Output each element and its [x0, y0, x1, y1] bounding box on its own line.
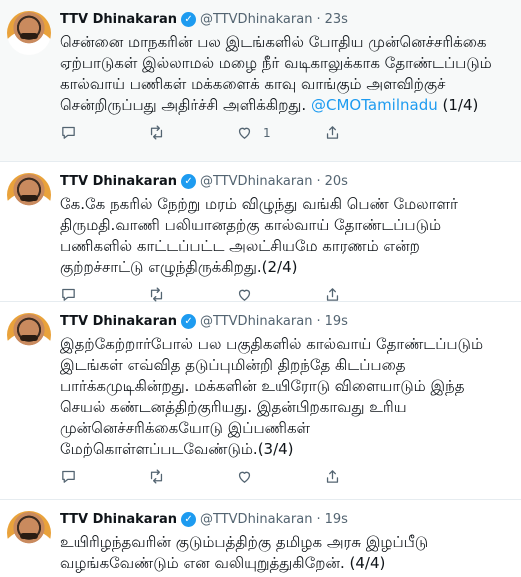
like-count: 1 [263, 125, 271, 140]
tweet-header: TTV Dhinakaran ✓ @TTVDhinakaran · 20s [60, 173, 511, 190]
share-button[interactable] [324, 468, 412, 485]
tweet-header: TTV Dhinakaran ✓ @TTVDhinakaran · 19s [60, 313, 511, 330]
heart-icon [238, 289, 251, 301]
tweet-header: TTV Dhinakaran ✓ @TTVDhinakaran · 19s [60, 511, 511, 528]
author-handle[interactable]: @TTVDhinakaran [200, 173, 312, 190]
share-icon [326, 470, 339, 483]
separator-dot: · [316, 314, 321, 329]
tweet-text: சென்னை மாநகரின் பல இடங்களில் போதிய முன்ன… [60, 32, 500, 116]
like-button[interactable] [236, 286, 324, 303]
retweet-icon [150, 125, 163, 140]
like-button[interactable] [236, 468, 324, 485]
author-handle[interactable]: @TTVDhinakaran [200, 511, 312, 528]
tweet-time[interactable]: 23s [325, 11, 348, 28]
retweet-icon [150, 287, 163, 302]
tweet-actions: 1 [60, 124, 511, 141]
separator-dot: · [316, 12, 321, 27]
reply-icon [62, 470, 75, 483]
reply-button[interactable] [60, 124, 148, 141]
author-handle[interactable]: @TTVDhinakaran [200, 313, 312, 330]
author-name[interactable]: TTV Dhinakaran [60, 313, 177, 330]
tweet-text: இதற்கேற்றார்போல் பல பகுதிகளில் கால்வாய் … [60, 335, 484, 458]
retweet-button[interactable] [148, 124, 236, 141]
tweet-text: உயிரிழந்தவரின் குடும்பத்திற்கு தமிழக அரச… [60, 533, 429, 572]
thread-counter: (1/4) [442, 96, 479, 114]
tweet-actions [60, 468, 511, 485]
retweet-button[interactable] [148, 286, 236, 303]
share-icon [326, 288, 339, 301]
share-button[interactable] [324, 124, 412, 141]
author-name[interactable]: TTV Dhinakaran [60, 173, 177, 190]
tweet[interactable]: TTV Dhinakaran ✓ @TTVDhinakaran · 19s உய… [0, 500, 521, 577]
tweet-text: கே.கே நகரில் நேற்று மரம் விழுந்து வங்கி … [60, 195, 458, 276]
heart-icon [238, 471, 251, 483]
retweet-icon [150, 469, 163, 484]
tweet[interactable]: TTV Dhinakaran ✓ @TTVDhinakaran · 19s இத… [0, 302, 521, 500]
verified-badge-icon: ✓ [181, 314, 197, 329]
verified-badge-icon: ✓ [181, 12, 197, 27]
tweet-time[interactable]: 19s [325, 511, 348, 528]
tweet[interactable]: TTV Dhinakaran ✓ @TTVDhinakaran · 23s செ… [0, 0, 521, 162]
share-button[interactable] [324, 286, 412, 303]
tweet-actions [60, 286, 511, 303]
share-icon [326, 126, 339, 139]
tweet[interactable]: TTV Dhinakaran ✓ @TTVDhinakaran · 20s கே… [0, 162, 521, 302]
avatar[interactable] [7, 511, 51, 555]
tweet-time[interactable]: 20s [325, 173, 348, 190]
author-name[interactable]: TTV Dhinakaran [60, 11, 177, 28]
avatar[interactable] [7, 313, 51, 357]
avatar[interactable] [7, 11, 51, 55]
like-button[interactable]: 1 [236, 124, 324, 141]
heart-icon [238, 127, 251, 139]
avatar[interactable] [7, 173, 51, 217]
verified-badge-icon: ✓ [181, 174, 197, 189]
reply-button[interactable] [60, 286, 148, 303]
author-handle[interactable]: @TTVDhinakaran [200, 11, 312, 28]
tweet-time[interactable]: 19s [325, 313, 348, 330]
reply-icon [62, 126, 75, 139]
reply-icon [62, 288, 75, 301]
reply-button[interactable] [60, 468, 148, 485]
author-name[interactable]: TTV Dhinakaran [60, 511, 177, 528]
verified-badge-icon: ✓ [181, 512, 197, 527]
mention-link[interactable]: @CMOTamilnadu [311, 96, 438, 114]
separator-dot: · [316, 174, 321, 189]
retweet-button[interactable] [148, 468, 236, 485]
tweet-header: TTV Dhinakaran ✓ @TTVDhinakaran · 23s [60, 11, 511, 28]
separator-dot: · [316, 512, 321, 527]
